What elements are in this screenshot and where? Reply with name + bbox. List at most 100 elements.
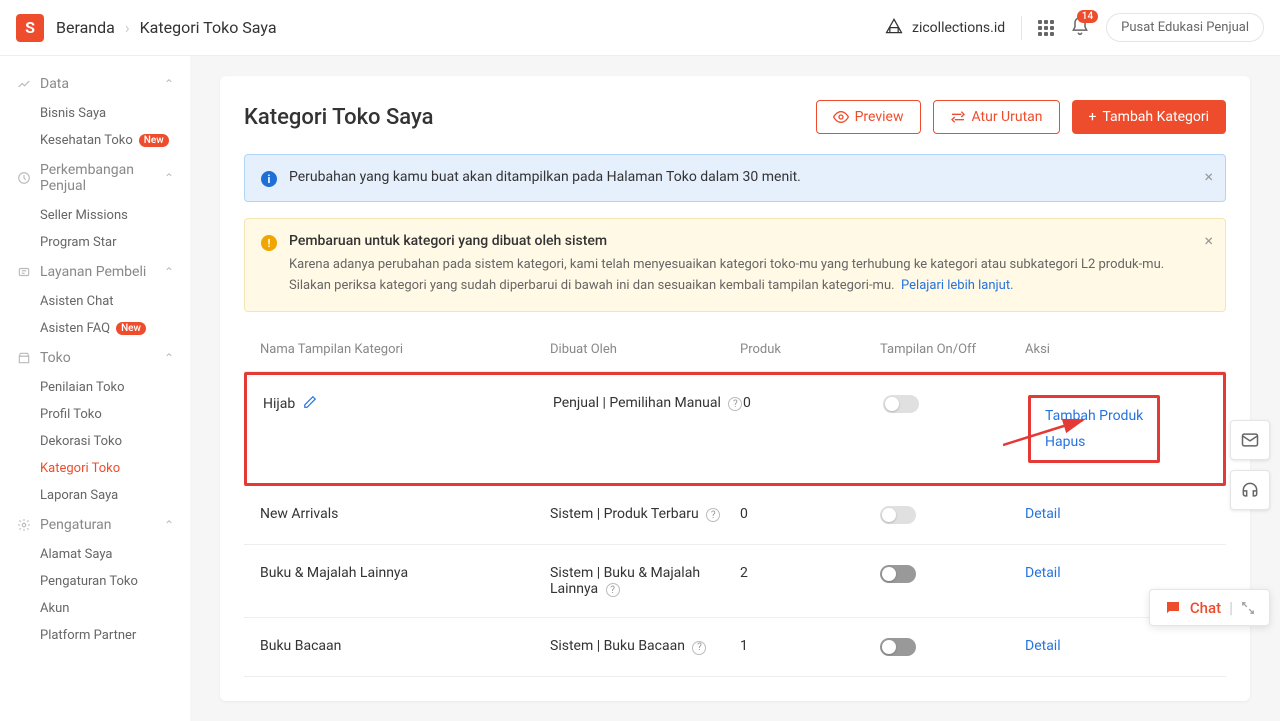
learn-more-link[interactable]: Pelajari lebih lanjut. — [901, 278, 1014, 293]
notification-badge: 14 — [1077, 10, 1098, 23]
sidebar-group-toko[interactable]: Toko⌃ — [0, 342, 190, 374]
group-icon — [16, 77, 32, 91]
group-title: Layanan Pembeli — [40, 264, 164, 280]
action-highlight-box: Tambah Produk Hapus — [1028, 395, 1160, 463]
warning-alert-desc: Karena adanya perubahan pada sistem kate… — [289, 257, 1164, 293]
sidebar-item-kategori-toko[interactable]: Kategori Toko — [0, 455, 190, 482]
action-link-detail[interactable]: Detail — [1025, 506, 1210, 522]
group-title: Perkembangan Penjual — [40, 162, 164, 194]
chevron-up-icon: ⌃ — [164, 171, 174, 185]
sidebar-item-asisten-faq[interactable]: Asisten FAQNew — [0, 315, 190, 342]
help-icon[interactable]: ? — [706, 508, 720, 522]
warning-alert-title: Pembaruan untuk kategori yang dibuat ole… — [289, 233, 1209, 249]
chevron-up-icon: ⌃ — [164, 265, 174, 279]
add-category-button[interactable]: + Tambah Kategori — [1072, 100, 1226, 134]
shopee-logo[interactable]: S — [16, 14, 44, 42]
sort-label: Atur Urutan — [972, 109, 1043, 125]
close-icon[interactable]: × — [1204, 231, 1213, 250]
sidebar-item-program-star[interactable]: Program Star — [0, 229, 190, 256]
sidebar-item-pengaturan-toko[interactable]: Pengaturan Toko — [0, 568, 190, 595]
created-by: Sistem | Produk Terbaru — [550, 506, 699, 522]
sidebar-item-dekorasi-toko[interactable]: Dekorasi Toko — [0, 428, 190, 455]
action-link-detail[interactable]: Detail — [1025, 565, 1210, 581]
sidebar-item-label: Kesehatan Toko — [40, 133, 133, 148]
sidebar-item-label: Penilaian Toko — [40, 380, 125, 395]
product-count: 1 — [740, 638, 880, 654]
sidebar-group-data[interactable]: Data⌃ — [0, 68, 190, 100]
chevron-up-icon: ⌃ — [164, 518, 174, 532]
breadcrumb-current: Kategori Toko Saya — [140, 18, 277, 37]
visibility-toggle[interactable] — [880, 506, 916, 524]
expand-icon[interactable] — [1241, 601, 1255, 615]
sidebar-item-penilaian-toko[interactable]: Penilaian Toko — [0, 374, 190, 401]
action-link-detail[interactable]: Detail — [1025, 638, 1210, 654]
help-icon[interactable]: ? — [728, 397, 742, 411]
sidebar-item-bisnis-saya[interactable]: Bisnis Saya — [0, 100, 190, 127]
sidebar: Data⌃Bisnis SayaKesehatan TokoNewPerkemb… — [0, 56, 190, 721]
created-by: Penjual | Pemilihan Manual — [553, 395, 721, 411]
sidebar-group-perkembangan-penjual[interactable]: Perkembangan Penjual⌃ — [0, 154, 190, 202]
sidebar-item-akun[interactable]: Akun — [0, 595, 190, 622]
sidebar-item-label: Profil Toko — [40, 407, 102, 422]
info-alert-text: Perubahan yang kamu buat akan ditampilka… — [289, 169, 1209, 185]
chevron-up-icon: ⌃ — [164, 351, 174, 365]
warning-alert: ! Pembaruan untuk kategori yang dibuat o… — [244, 218, 1226, 312]
category-name: Buku & Majalah Lainnya — [260, 565, 408, 581]
sidebar-item-profil-toko[interactable]: Profil Toko — [0, 401, 190, 428]
visibility-toggle[interactable] — [883, 395, 919, 413]
created-by: Sistem | Buku Bacaan — [550, 638, 685, 654]
info-alert: i Perubahan yang kamu buat akan ditampil… — [244, 154, 1226, 202]
sidebar-item-alamat-saya[interactable]: Alamat Saya — [0, 541, 190, 568]
group-title: Pengaturan — [40, 517, 164, 533]
chat-widget[interactable]: Chat | — [1149, 589, 1270, 626]
education-center-button[interactable]: Pusat Edukasi Penjual — [1106, 13, 1264, 42]
group-title: Toko — [40, 350, 164, 366]
sidebar-item-label: Bisnis Saya — [40, 106, 106, 121]
divider — [1021, 16, 1022, 40]
group-icon — [16, 265, 32, 279]
notification-button[interactable]: 14 — [1070, 16, 1090, 40]
sidebar-group-layanan-pembeli[interactable]: Layanan Pembeli⌃ — [0, 256, 190, 288]
apps-icon[interactable] — [1038, 20, 1054, 36]
shop-selector[interactable]: zicollections.id — [884, 16, 1005, 40]
sidebar-item-asisten-chat[interactable]: Asisten Chat — [0, 288, 190, 315]
headset-button[interactable] — [1230, 470, 1270, 510]
sidebar-item-laporan-saya[interactable]: Laporan Saya — [0, 482, 190, 509]
plus-icon: + — [1089, 109, 1097, 125]
column-header-created: Dibuat Oleh — [550, 342, 740, 357]
mail-button[interactable] — [1230, 420, 1270, 460]
sidebar-item-label: Seller Missions — [40, 208, 128, 223]
created-by: Sistem | Buku & Majalah Lainnya — [550, 565, 700, 597]
edit-icon[interactable] — [303, 395, 317, 413]
breadcrumb: Beranda › Kategori Toko Saya — [56, 18, 277, 37]
close-icon[interactable]: × — [1204, 167, 1213, 186]
sidebar-item-kesehatan-toko[interactable]: Kesehatan TokoNew — [0, 127, 190, 154]
breadcrumb-home[interactable]: Beranda — [56, 18, 115, 37]
sidebar-item-label: Pengaturan Toko — [40, 574, 138, 589]
help-icon[interactable]: ? — [606, 583, 620, 597]
sidebar-item-label: Akun — [40, 601, 69, 616]
product-count: 0 — [740, 506, 880, 522]
visibility-toggle[interactable] — [880, 565, 916, 583]
shop-name-text: zicollections.id — [912, 20, 1005, 36]
action-link-tambah-produk[interactable]: Tambah Produk — [1045, 408, 1143, 424]
column-header-name: Nama Tampilan Kategori — [260, 342, 550, 357]
visibility-toggle[interactable] — [880, 638, 916, 656]
product-count: 2 — [740, 565, 880, 581]
column-header-product: Produk — [740, 342, 880, 357]
info-icon: i — [261, 171, 277, 187]
sort-button[interactable]: Atur Urutan — [933, 100, 1060, 134]
action-link-hapus[interactable]: Hapus — [1045, 434, 1143, 450]
preview-button[interactable]: Preview — [816, 100, 921, 134]
help-icon[interactable]: ? — [692, 641, 706, 655]
sidebar-group-pengaturan[interactable]: Pengaturan⌃ — [0, 509, 190, 541]
sidebar-item-label: Asisten Chat — [40, 294, 114, 309]
column-header-toggle: Tampilan On/Off — [880, 342, 1025, 357]
group-icon — [16, 518, 32, 532]
chat-label: Chat — [1190, 599, 1221, 617]
category-name: New Arrivals — [260, 506, 338, 522]
preview-label: Preview — [855, 109, 904, 125]
column-header-action: Aksi — [1025, 342, 1210, 357]
category-name: Buku Bacaan — [260, 638, 341, 654]
sidebar-item-seller-missions[interactable]: Seller Missions — [0, 202, 190, 229]
